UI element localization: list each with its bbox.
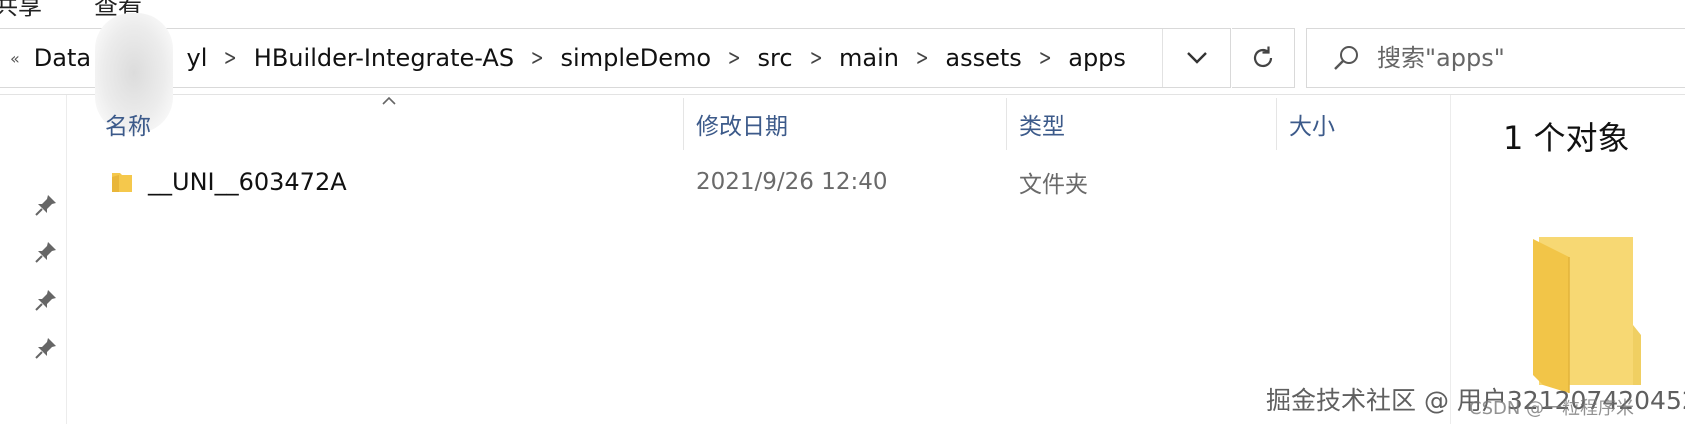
folder-preview-icon: [1533, 237, 1641, 393]
column-divider[interactable]: [683, 98, 684, 150]
column-divider[interactable]: [1276, 98, 1277, 150]
pin-icon[interactable]: [34, 240, 58, 264]
breadcrumb-item-data[interactable]: Data: [34, 44, 91, 72]
address-row: « Data ( yl > HBuilder-Integrate-AS > si…: [0, 13, 1685, 133]
chevron-right-icon[interactable]: >: [1039, 46, 1052, 71]
file-type: 文件夹: [1019, 172, 1088, 198]
navigation-pane: [0, 95, 67, 424]
pin-icon[interactable]: [34, 336, 58, 360]
search-box[interactable]: [1306, 28, 1685, 88]
folder-icon: [112, 173, 132, 192]
file-row[interactable]: __UNI__603472A 2021/9/26 12:40 文件夹: [100, 158, 1438, 206]
tab-share[interactable]: 共享: [0, 0, 42, 21]
watermark-csdn: CSDN @一粒程序米: [1469, 398, 1635, 419]
breadcrumb-item-main[interactable]: main: [839, 44, 899, 72]
sort-ascending-icon: [382, 96, 396, 105]
address-bar[interactable]: « Data ( yl > HBuilder-Integrate-AS > si…: [0, 13, 1231, 133]
breadcrumb-item-assets[interactable]: assets: [945, 44, 1021, 72]
address-history-dropdown[interactable]: [1162, 29, 1231, 87]
chevron-right-icon[interactable]: >: [224, 46, 237, 71]
refresh-icon: [1253, 46, 1273, 68]
chevron-right-icon[interactable]: >: [809, 46, 822, 71]
column-header-size[interactable]: 大小: [1289, 95, 1335, 153]
search-input[interactable]: [1375, 43, 1659, 73]
chevron-right-icon[interactable]: >: [531, 46, 544, 71]
pin-icon[interactable]: [34, 288, 58, 312]
chevron-down-icon: [1187, 52, 1207, 64]
column-header-type[interactable]: 类型: [1019, 95, 1065, 153]
breadcrumb-item-src[interactable]: src: [758, 44, 793, 72]
file-modified-date: 2021/9/26 12:40: [696, 169, 888, 195]
chevron-right-icon[interactable]: >: [728, 46, 741, 71]
chevron-right-icon[interactable]: >: [916, 46, 929, 71]
details-pane: 1 个对象: [1450, 95, 1685, 424]
breadcrumb-item-hbuilder[interactable]: HBuilder-Integrate-AS: [254, 44, 514, 72]
breadcrumb-item-apps[interactable]: apps: [1068, 44, 1126, 72]
breadcrumb-item-user[interactable]: yl: [186, 44, 207, 72]
search-icon: [1334, 46, 1358, 70]
breadcrumb-item-simpledemo[interactable]: simpleDemo: [561, 44, 712, 72]
column-header-modified[interactable]: 修改日期: [696, 95, 788, 153]
column-header-name[interactable]: 名称: [105, 95, 151, 153]
refresh-button[interactable]: [1232, 28, 1295, 88]
breadcrumb-overflow-button[interactable]: «: [10, 49, 20, 68]
file-name[interactable]: __UNI__603472A: [148, 158, 347, 206]
pin-icon[interactable]: [34, 193, 58, 217]
item-count: 1 个对象: [1503, 119, 1630, 157]
breadcrumb: « Data ( yl > HBuilder-Integrate-AS > si…: [10, 29, 1126, 87]
column-divider[interactable]: [1006, 98, 1007, 150]
ribbon-tabs: 共享 查看: [0, 0, 1685, 23]
